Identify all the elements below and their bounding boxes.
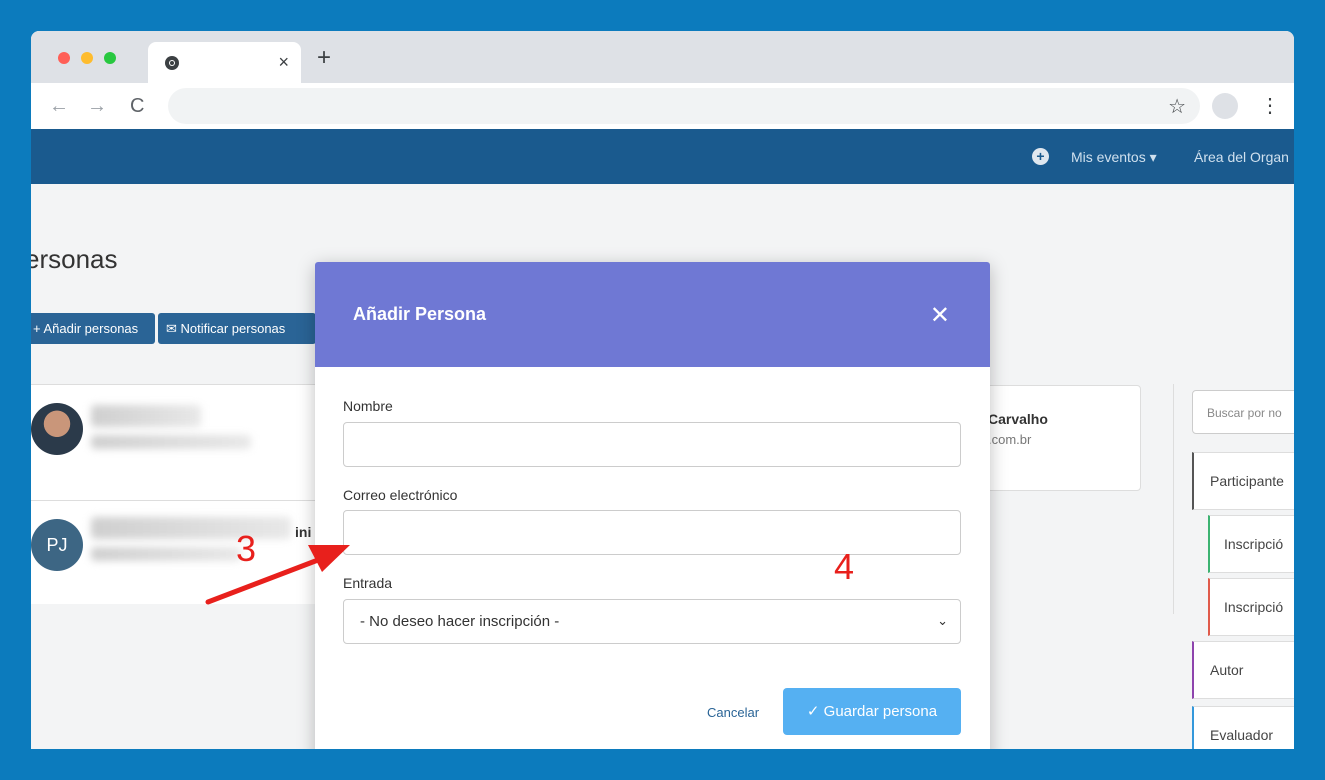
cancel-button[interactable]: Cancelar: [707, 705, 759, 720]
entrada-selected-value: - No deseo hacer inscripción -: [360, 613, 560, 630]
close-icon[interactable]: ✕: [930, 304, 950, 328]
page-title: ersonas: [31, 244, 118, 274]
person-card[interactable]: Carvalho .com.br: [971, 385, 1141, 491]
add-people-button[interactable]: + Añadir personas: [31, 313, 155, 344]
sidebar-divider: [1173, 384, 1174, 614]
modal-header: Añadir Persona ✕: [315, 262, 990, 367]
sidebar-item-inscripcion-1[interactable]: Inscripció: [1208, 515, 1294, 573]
nombre-label: Nombre: [343, 398, 393, 414]
forward-arrow-icon[interactable]: →: [87, 92, 107, 120]
person-card-email: .com.br: [988, 432, 1032, 447]
sidebar-item-participantes[interactable]: Participante: [1192, 452, 1294, 510]
bookmark-star-icon[interactable]: ☆: [1168, 94, 1186, 119]
nav-mis-eventos[interactable]: Mis eventos ▾: [1071, 149, 1157, 166]
person-initials-avatar: PJ: [31, 519, 83, 571]
person-card-name: Carvalho: [988, 411, 1048, 427]
back-arrow-icon[interactable]: ←: [49, 92, 69, 120]
email-field[interactable]: [343, 510, 961, 555]
search-placeholder: Buscar por no: [1207, 406, 1282, 420]
entrada-select[interactable]: - No deseo hacer inscripción - ⌄: [343, 599, 961, 644]
chrome-favicon-icon: [165, 56, 179, 70]
nav-area-organizador[interactable]: Área del Organ: [1194, 149, 1289, 165]
blurred-email: [91, 547, 241, 561]
partial-row-text: ini: [295, 524, 312, 540]
browser-tab[interactable]: ×: [148, 42, 301, 83]
nombre-field[interactable]: [343, 422, 961, 467]
add-person-modal: Añadir Persona ✕ Nombre Correo electróni…: [315, 262, 990, 749]
save-person-button[interactable]: ✓ Guardar persona: [783, 688, 961, 735]
tab-close-icon[interactable]: ×: [278, 52, 289, 72]
browser-toolbar: ← → C ☆ ⋮: [31, 83, 1294, 129]
sidebar-item-inscripcion-2[interactable]: Inscripció: [1208, 578, 1294, 636]
annotation-step-3: 3: [236, 528, 257, 569]
entrada-label: Entrada: [343, 575, 393, 591]
add-circle-icon[interactable]: +: [1032, 148, 1049, 165]
browser-menu-icon[interactable]: ⋮: [1260, 92, 1280, 120]
blurred-name: [91, 405, 201, 427]
sidebar-item-autor[interactable]: Autor: [1192, 641, 1294, 699]
new-tab-button[interactable]: +: [317, 46, 331, 70]
person-avatar: [31, 403, 83, 455]
annotation-step-4: 4: [834, 546, 855, 587]
sidebar-item-evaluador[interactable]: Evaluador: [1192, 706, 1294, 749]
blurred-name: [91, 517, 291, 539]
close-window-button[interactable]: [58, 52, 70, 64]
site-navbar: + Mis eventos ▾ Área del Organ: [31, 129, 1294, 184]
blurred-email: [91, 435, 251, 449]
minimize-window-button[interactable]: [81, 52, 93, 64]
search-input[interactable]: Buscar por no: [1192, 390, 1294, 434]
notify-people-button[interactable]: ✉ Notificar personas: [158, 313, 316, 344]
list-divider: [31, 500, 321, 501]
chevron-down-icon: ⌄: [937, 613, 948, 628]
profile-avatar-icon[interactable]: [1212, 93, 1238, 119]
reload-icon[interactable]: C: [130, 92, 144, 120]
modal-title: Añadir Persona: [353, 304, 487, 324]
maximize-window-button[interactable]: [104, 52, 116, 64]
web-page: + Mis eventos ▾ Área del Organ ersonas +…: [31, 129, 1294, 749]
tab-strip: × +: [31, 31, 1294, 83]
correo-label: Correo electrónico: [343, 487, 458, 503]
address-bar[interactable]: ☆: [168, 88, 1200, 124]
browser-window: × + ← → C ☆ ⋮ + Mis eventos ▾ Área del O…: [31, 31, 1294, 749]
people-list: PJ: [31, 384, 321, 604]
